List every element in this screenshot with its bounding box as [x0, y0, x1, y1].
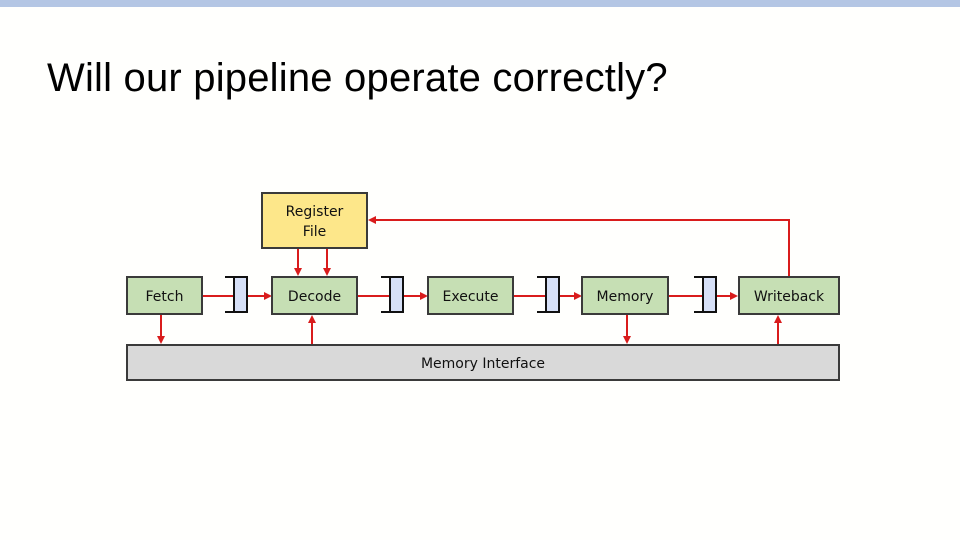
register-file-block: Register File: [261, 192, 368, 249]
register-file-label-line1: Register: [286, 204, 344, 220]
pipeline-register-4: [694, 276, 717, 313]
pipeline-diagram: Register File Fetch Decode Execute Memor…: [126, 192, 840, 381]
pipeline-register-2: [381, 276, 404, 313]
stage-writeback: Writeback: [738, 276, 840, 315]
stage-memory-label: Memory: [597, 289, 654, 305]
stage-decode: Decode: [271, 276, 358, 315]
wire-writeback-to-regfile: [368, 216, 790, 276]
memory-interface-label: Memory Interface: [421, 356, 545, 372]
stage-execute-label: Execute: [443, 289, 499, 305]
stage-memory: Memory: [581, 276, 669, 315]
memory-interface-block: Memory Interface: [126, 344, 840, 381]
register-file-label-line2: File: [303, 224, 326, 240]
stage-decode-label: Decode: [288, 289, 341, 305]
stage-fetch-label: Fetch: [146, 289, 184, 305]
stage-execute: Execute: [427, 276, 514, 315]
pipeline-register-3: [537, 276, 560, 313]
pipeline-register-1: [225, 276, 248, 313]
stage-fetch: Fetch: [126, 276, 203, 315]
stage-writeback-label: Writeback: [754, 289, 825, 305]
